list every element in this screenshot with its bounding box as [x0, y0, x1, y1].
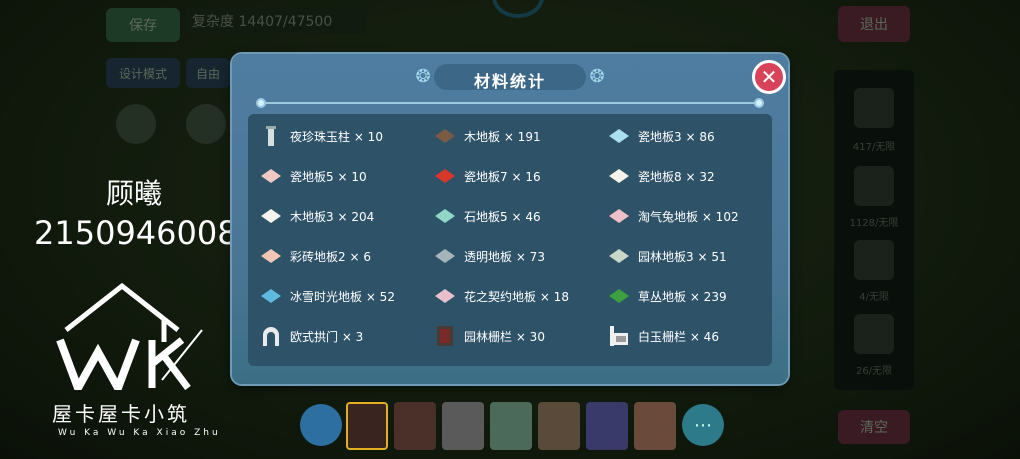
floor-tile-icon: [434, 165, 456, 187]
eraser-icon[interactable]: [300, 404, 342, 446]
floor-tile-icon: [434, 285, 456, 307]
close-icon: ✕: [760, 65, 778, 89]
material-label: 园林地板3 × 51: [638, 249, 727, 264]
pillar-icon: [260, 125, 282, 147]
divider-dot: [754, 98, 764, 108]
material-label: 木地板 × 191: [464, 129, 541, 144]
gate-icon: [434, 325, 456, 347]
floor-tile-icon: [608, 205, 630, 227]
material-item: 夜珍珠玉柱 × 10: [260, 122, 383, 150]
dialog-title-banner: ❂ 材料统计 ❂: [412, 62, 608, 92]
toolbar-slot[interactable]: [538, 402, 580, 450]
divider-dot: [256, 98, 266, 108]
watermark-name: 顾曦: [106, 177, 163, 210]
divider: [258, 102, 764, 104]
material-item: 瓷地板5 × 10: [260, 162, 367, 190]
toolbar-slot[interactable]: [442, 402, 484, 450]
logo-subtitle: Wu Ka Wu Ka Xiao Zhu: [58, 428, 221, 438]
toolbar-slot[interactable]: [346, 402, 388, 450]
close-button[interactable]: ✕: [752, 60, 786, 94]
material-item: 冰雪时光地板 × 52: [260, 282, 395, 310]
toolbar-slot[interactable]: [586, 402, 628, 450]
material-item: 木地板3 × 204: [260, 202, 374, 230]
house-logo: [56, 282, 203, 390]
floor-tile-icon: [260, 245, 282, 267]
material-list: 夜珍珠玉柱 × 10 木地板 × 191 瓷地板3 × 86 瓷地板5 × 10 瓷地板…: [248, 114, 772, 366]
material-item: 彩砖地板2 × 6: [260, 242, 371, 270]
floor-tile-icon: [260, 205, 282, 227]
swirl-right-icon: ❂: [589, 66, 605, 87]
material-label: 草丛地板 × 239: [638, 289, 727, 304]
fence-icon: [608, 325, 630, 347]
material-label: 园林栅栏 × 30: [464, 329, 545, 344]
material-stats-dialog: ❂ 材料统计 ❂ ✕ 夜珍珠玉柱 × 10 木地板 × 191 瓷地板3 × 86 瓷…: [232, 54, 788, 384]
material-item: 白玉栅栏 × 46: [608, 322, 719, 350]
floor-tile-icon: [260, 285, 282, 307]
bottom-toolbar: ⋯: [296, 398, 726, 456]
material-item: 透明地板 × 73: [434, 242, 545, 270]
more-icon[interactable]: ⋯: [682, 404, 724, 446]
material-label: 彩砖地板2 × 6: [290, 249, 371, 264]
floor-tile-icon: [608, 125, 630, 147]
floor-tile-icon: [434, 245, 456, 267]
dialog-title: 材料统计: [473, 72, 546, 91]
arch-icon: [260, 325, 282, 347]
material-item: 石地板5 × 46: [434, 202, 541, 230]
material-item: 草丛地板 × 239: [608, 282, 727, 310]
material-label: 瓷地板5 × 10: [290, 169, 367, 184]
material-label: 欧式拱门 × 3: [290, 329, 364, 344]
material-item: 瓷地板3 × 86: [608, 122, 715, 150]
floor-tile-icon: [434, 205, 456, 227]
material-item: 欧式拱门 × 3: [260, 322, 363, 350]
material-label: 透明地板 × 73: [464, 249, 545, 264]
floor-tile-icon: [608, 285, 630, 307]
material-label: 夜珍珠玉柱 × 10: [290, 129, 383, 144]
material-item: 园林栅栏 × 30: [434, 322, 545, 350]
toolbar-slot[interactable]: [634, 402, 676, 450]
material-label: 瓷地板8 × 32: [638, 169, 715, 184]
watermark-number: 2150946008: [34, 214, 238, 252]
toolbar-slot[interactable]: [490, 402, 532, 450]
material-label: 石地板5 × 46: [464, 209, 541, 224]
material-item: 淘气兔地板 × 102: [608, 202, 739, 230]
material-label: 淘气兔地板 × 102: [638, 209, 739, 224]
material-item: 园林地板3 × 51: [608, 242, 727, 270]
material-label: 白玉栅栏 × 46: [638, 329, 719, 344]
material-item: 瓷地板8 × 32: [608, 162, 715, 190]
material-label: 瓷地板3 × 86: [638, 129, 715, 144]
logo-title: 屋卡屋卡小筑: [52, 402, 190, 426]
material-label: 花之契约地板 × 18: [464, 289, 569, 304]
floor-tile-icon: [608, 245, 630, 267]
material-item: 瓷地板7 × 16: [434, 162, 541, 190]
material-item: 木地板 × 191: [434, 122, 541, 150]
toolbar-slot[interactable]: [394, 402, 436, 450]
floor-tile-icon: [434, 125, 456, 147]
floor-tile-icon: [260, 165, 282, 187]
material-label: 木地板3 × 204: [290, 209, 375, 224]
material-label: 冰雪时光地板 × 52: [290, 289, 395, 304]
material-item: 花之契约地板 × 18: [434, 282, 569, 310]
floor-tile-icon: [608, 165, 630, 187]
material-label: 瓷地板7 × 16: [464, 169, 541, 184]
